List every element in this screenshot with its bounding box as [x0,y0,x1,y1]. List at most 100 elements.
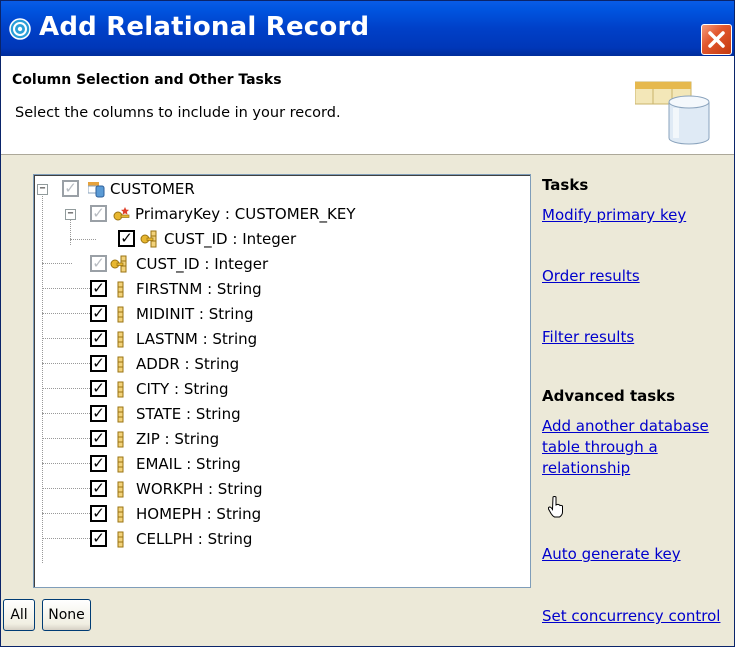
tree-connector [42,513,92,514]
column-checkbox[interactable]: ✓ [90,405,107,422]
tree-connector [42,463,92,464]
table-icon [88,182,105,198]
tree-node-column[interactable]: ✓ CITY : String [90,377,340,401]
key-column-icon [140,230,157,248]
primary-key-checkbox[interactable]: ✓ [90,205,107,222]
tree-node-column[interactable]: ✓ EMAIL : String [90,452,340,476]
app-swirl-icon [9,18,31,40]
tree-node-pk-cust-id[interactable]: ✓ CUST_ID : Integer [118,227,338,251]
tree-connector [42,288,92,289]
add-database-table-link[interactable]: table through a [542,437,658,458]
advanced-tasks-heading: Advanced tasks [542,387,676,405]
node-label: MIDINIT : String [136,305,254,323]
tree-node-column[interactable]: ✓ FIRSTNM : String [90,277,340,301]
tree-node-column[interactable]: ✓ STATE : String [90,402,340,426]
add-database-table-link[interactable]: relationship [542,458,630,479]
wizard-header: Column Selection and Other Tasks Select … [1,56,734,155]
tree-node-column[interactable]: ✓ MIDINIT : String [90,302,340,326]
node-label: STATE : String [136,405,241,423]
set-concurrency-control-link[interactable]: Set concurrency control [542,606,720,627]
tree-connector [42,263,72,264]
column-checkbox[interactable]: ✓ [90,380,107,397]
node-label: ADDR : String [136,355,240,373]
collapse-icon[interactable]: − [65,209,76,220]
node-label: HOMEPH : String [136,505,262,523]
add-relational-record-dialog: Add Relational Record Column Selection a… [0,0,735,647]
tree-node-column[interactable]: ✓ CUST_ID : Integer [90,252,340,276]
tree-connector [42,413,92,414]
column-icon [117,431,124,448]
column-icon [117,331,124,348]
column-icon [117,281,124,298]
column-icon [117,481,124,498]
primary-key-icon [113,207,130,221]
node-label: CUST_ID : Integer [164,230,297,248]
node-label: ZIP : String [136,430,220,448]
modify-primary-key-link[interactable]: Modify primary key [542,205,686,226]
auto-generate-key-link[interactable]: Auto generate key [542,544,681,565]
customer-checkbox[interactable]: ✓ [62,180,79,197]
tree-connector [42,488,92,489]
tree-connector [42,438,92,439]
dialog-body: − ✓ CUSTOMER − ✓ PrimaryKey : CUSTOMER_K… [1,156,734,646]
column-checkbox[interactable]: ✓ [90,505,107,522]
tree-node-column[interactable]: ✓ ZIP : String [90,427,340,451]
tree-node-column[interactable]: ✓ CELLPH : String [90,527,340,551]
key-column-icon [110,255,127,273]
tree-connector [70,239,96,240]
node-label: EMAIL : String [136,455,241,473]
tree-node-column[interactable]: ✓ WORKPH : String [90,477,340,501]
column-icon [117,406,124,423]
node-label: WORKPH : String [136,480,263,498]
close-icon [708,31,725,48]
column-icon [117,506,124,523]
node-label: FIRSTNM : String [136,280,262,298]
column-icon [117,381,124,398]
collapse-icon[interactable]: − [37,184,48,195]
add-database-table-link[interactable]: Add another database [542,416,709,437]
node-label: CUSTOMER [110,180,195,198]
node-label: PrimaryKey : CUSTOMER_KEY [135,205,356,223]
window-title: Add Relational Record [39,12,370,42]
select-none-button[interactable]: None [42,599,91,631]
close-button[interactable] [701,24,732,55]
column-checkbox[interactable]: ✓ [90,480,107,497]
column-checkbox[interactable]: ✓ [90,430,107,447]
pk-cust-id-checkbox[interactable]: ✓ [118,230,135,247]
tree-connector [42,538,92,539]
tree-node-column[interactable]: ✓ ADDR : String [90,352,340,376]
tree-connector [42,313,92,314]
column-checkbox[interactable]: ✓ [90,305,107,322]
tree-node-primary-key[interactable]: − ✓ PrimaryKey : CUSTOMER_KEY [65,202,385,226]
column-tree[interactable]: − ✓ CUSTOMER − ✓ PrimaryKey : CUSTOMER_K… [33,174,531,588]
column-icon [117,456,124,473]
column-checkbox[interactable]: ✓ [90,530,107,547]
header-title: Column Selection and Other Tasks [12,72,282,88]
tree-connector [42,338,92,339]
database-icon [635,81,710,145]
order-results-link[interactable]: Order results [542,266,640,287]
column-checkbox[interactable]: ✓ [90,280,107,297]
tree-connector [42,363,92,364]
filter-results-link[interactable]: Filter results [542,327,634,348]
tree-connector [42,388,92,389]
tree-connector [42,191,43,563]
tree-node-column[interactable]: ✓ LASTNM : String [90,327,340,351]
hand-cursor-icon [548,496,563,518]
node-label: CITY : String [136,380,229,398]
column-checkbox[interactable]: ✓ [90,455,107,472]
title-bar[interactable]: Add Relational Record [1,1,734,56]
tree-node-customer[interactable]: − ✓ CUSTOMER [37,177,337,201]
node-label: CUST_ID : Integer [136,255,269,273]
column-checkbox[interactable]: ✓ [90,255,107,272]
node-label: LASTNM : String [136,330,258,348]
node-label: CELLPH : String [136,530,253,548]
select-all-button[interactable]: All [3,599,35,631]
column-icon [117,306,124,323]
column-checkbox[interactable]: ✓ [90,330,107,347]
tree-node-column[interactable]: ✓ HOMEPH : String [90,502,340,526]
column-checkbox[interactable]: ✓ [90,355,107,372]
column-icon [117,531,124,548]
tasks-heading: Tasks [542,176,589,194]
header-description: Select the columns to include in your re… [15,105,341,121]
